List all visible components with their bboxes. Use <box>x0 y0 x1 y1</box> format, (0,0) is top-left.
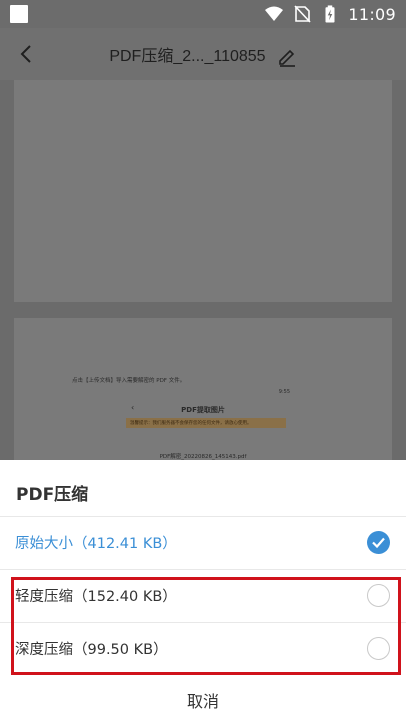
status-icons: 11:09 <box>264 4 396 24</box>
cancel-button[interactable]: 取消 <box>0 682 406 722</box>
page-title: PDF压缩_2..._110855 <box>109 48 266 65</box>
battery-charging-icon <box>325 5 335 23</box>
pdf-page-2: 点击【上传文档】导入需要解密的 PDF 文件。 9:55 ‹ PDF提取图片 温… <box>14 318 392 460</box>
option-original-size[interactable]: 原始大小（412.41 KB） <box>0 517 406 569</box>
option-label: 原始大小（412.41 KB） <box>15 536 177 552</box>
sheet-title: PDF压缩 <box>16 485 89 505</box>
status-bar: 11:09 <box>0 0 406 28</box>
radio-checked-icon[interactable] <box>367 531 390 554</box>
status-time: 11:09 <box>348 4 396 24</box>
option-label: 深度压缩（99.50 KB） <box>15 642 168 658</box>
preview-instruction: 点击【上传文档】导入需要解密的 PDF 文件。 <box>72 378 186 384</box>
option-light-compression[interactable]: 轻度压缩（152.40 KB） <box>0 570 406 622</box>
notification-icon <box>10 5 28 23</box>
compression-sheet: PDF压缩 原始大小（412.41 KB） 轻度压缩（152.40 KB） 深度… <box>0 460 406 725</box>
title-bar: PDF压缩_2..._110855 <box>0 28 406 80</box>
pencil-icon[interactable] <box>277 47 297 67</box>
option-deep-compression[interactable]: 深度压缩（99.50 KB） <box>0 623 406 675</box>
radio-unchecked-icon[interactable] <box>367 584 390 607</box>
wifi-icon <box>265 6 284 21</box>
preview-notice: 温馨提示：我们服务器不会保存您的任何文件，请放心使用。 <box>126 418 286 428</box>
preview-status-time: 9:55 <box>278 389 290 395</box>
title-container: PDF压缩_2..._110855 <box>0 42 406 67</box>
option-label: 轻度压缩（152.40 KB） <box>15 589 177 605</box>
pdf-page-1 <box>14 80 392 302</box>
preview-file-name: PDF解密_20220826_145143.pdf <box>159 454 247 460</box>
pdf-preview: 点击【上传文档】导入需要解密的 PDF 文件。 9:55 ‹ PDF提取图片 温… <box>0 80 406 460</box>
preview-screen-title: PDF提取图片 <box>181 406 225 414</box>
radio-unchecked-icon[interactable] <box>367 637 390 660</box>
no-sim-icon <box>294 5 311 23</box>
